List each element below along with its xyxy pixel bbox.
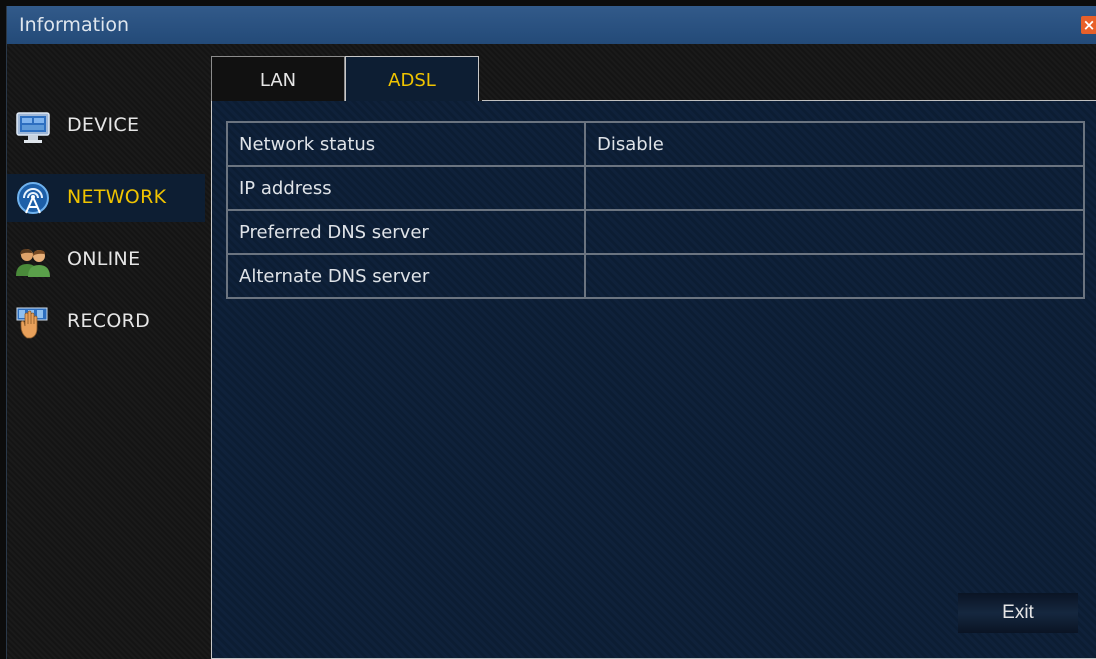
sidebar-item-label: RECORD (67, 310, 151, 332)
monitor-icon (16, 112, 50, 143)
sidebar-item-label: NETWORK (67, 186, 167, 208)
alternate-dns-value (584, 253, 1085, 299)
adsl-panel: Network status Disable IP address Prefer… (211, 101, 1096, 659)
sidebar-item-device[interactable]: DEVICE (7, 102, 205, 150)
tab-lan[interactable]: LAN (211, 56, 345, 102)
exit-button[interactable]: Exit (958, 593, 1078, 633)
network-status-label: Network status (226, 121, 586, 167)
adsl-info-table: Network status Disable IP address Prefer… (226, 121, 1085, 299)
tab-adsl[interactable]: ADSL (345, 56, 479, 103)
antenna-icon (17, 182, 49, 214)
title-bar[interactable]: Information × (7, 6, 1096, 44)
close-button[interactable]: × (1081, 16, 1096, 34)
preferred-dns-value (584, 209, 1085, 255)
network-status-value: Disable (584, 121, 1085, 167)
sidebar-item-record[interactable]: RECORD (7, 298, 205, 346)
table-row: Preferred DNS server (226, 209, 1085, 255)
users-icon (16, 249, 50, 277)
ip-address-label: IP address (226, 165, 586, 211)
tab-bar: LAN ADSL (211, 56, 1096, 103)
sidebar-item-network[interactable]: NETWORK (7, 174, 205, 222)
window-title: Information (19, 14, 129, 36)
ip-address-value (584, 165, 1085, 211)
record-hand-icon (16, 307, 48, 339)
information-window: Information × DEVICE NETWORK ONLINE RECO… (6, 6, 1096, 659)
alternate-dns-label: Alternate DNS server (226, 253, 586, 299)
sidebar-item-label: ONLINE (67, 248, 141, 270)
table-row: IP address (226, 165, 1085, 211)
preferred-dns-label: Preferred DNS server (226, 209, 586, 255)
sidebar-item-label: DEVICE (67, 114, 140, 136)
table-row: Alternate DNS server (226, 253, 1085, 299)
close-icon: × (1082, 16, 1096, 34)
table-row: Network status Disable (226, 121, 1085, 167)
sidebar-item-online[interactable]: ONLINE (7, 236, 205, 284)
